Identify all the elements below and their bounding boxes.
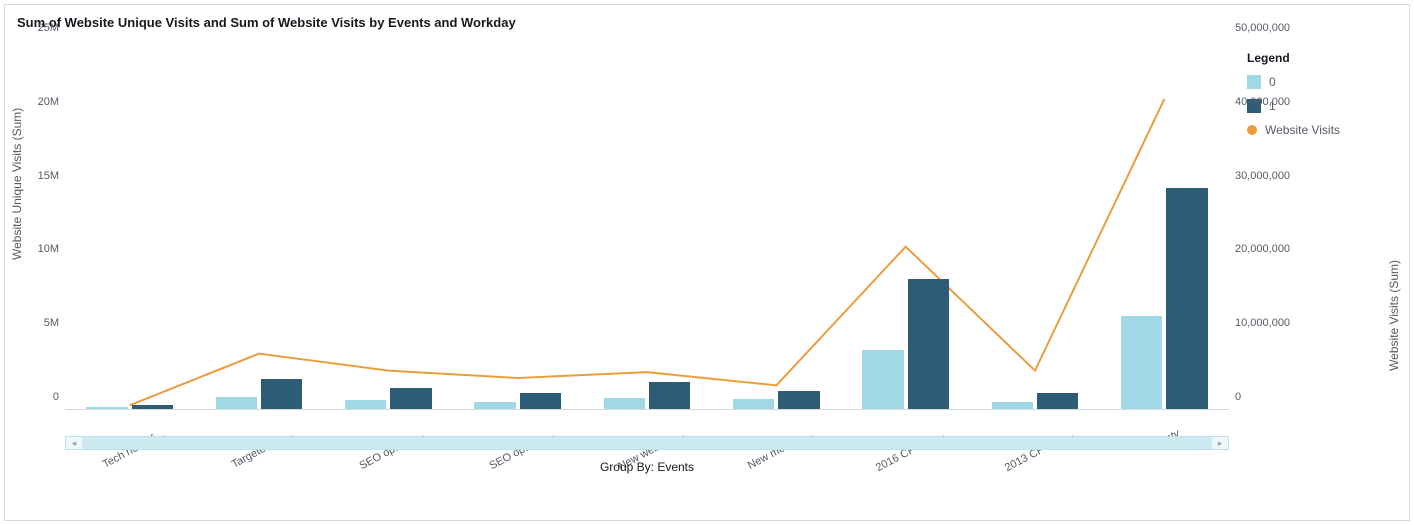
bar-series-0[interactable] xyxy=(992,402,1033,409)
y-right-tick: 10,000,000 xyxy=(1235,317,1290,329)
chart-title: Sum of Website Unique Visits and Sum of … xyxy=(5,5,1409,40)
y-axis-right-label: Website Visits (Sum) xyxy=(1387,260,1401,371)
y-right-tick: 50,000,000 xyxy=(1235,22,1290,34)
y-left-tick: 10M xyxy=(38,243,59,255)
bar-group[interactable]: New mobile … xyxy=(727,391,825,409)
bar-group[interactable]: Tech news f… xyxy=(81,405,179,409)
x-axis-label: Group By: Events xyxy=(600,460,694,474)
bar-series-1[interactable] xyxy=(132,405,173,409)
bar-series-0[interactable] xyxy=(86,407,127,409)
legend-label: 0 xyxy=(1269,75,1276,89)
bar-series-1[interactable] xyxy=(908,279,949,409)
circle-icon xyxy=(1247,125,1257,135)
bar-group[interactable]: SEO optimiz… xyxy=(339,388,437,409)
y-left-tick: 20M xyxy=(38,96,59,108)
bar-group[interactable]: SEO optimiz… xyxy=(469,393,567,409)
bar-group[interactable]: 2013 CPC ca… xyxy=(986,393,1084,409)
y-right-tick: 40,000,000 xyxy=(1235,96,1290,108)
plot-region[interactable]: 05M10M15M20M25M010,000,00020,000,00030,0… xyxy=(65,40,1229,410)
bar-series-0[interactable] xyxy=(216,397,257,409)
bar-series-1[interactable] xyxy=(649,382,690,409)
bar-series-1[interactable] xyxy=(261,379,302,409)
bar-series-0[interactable] xyxy=(345,400,386,409)
bar-series-1[interactable] xyxy=(1037,393,1078,409)
legend-item-0[interactable]: 0 xyxy=(1247,75,1397,89)
bar-series-0[interactable] xyxy=(604,398,645,409)
x-category-label: 2016 CPC ca… xyxy=(874,428,947,474)
bar-series-0[interactable] xyxy=(474,402,515,409)
y-right-tick: 30,000,000 xyxy=(1235,170,1290,182)
chart-area: Website Unique Visits (Sum) Website Visi… xyxy=(65,40,1229,480)
y-left-tick: 25M xyxy=(38,22,59,34)
x-scrollbar[interactable]: ◂ ▸ xyxy=(65,436,1229,450)
y-left-tick: 15M xyxy=(38,170,59,182)
line-path[interactable] xyxy=(130,99,1165,405)
bar-series-1[interactable] xyxy=(390,388,431,409)
bar-group[interactable]: 2016 CPC ca… xyxy=(857,279,955,409)
x-category-label: 2013 CPC ca… xyxy=(1003,428,1076,474)
legend-item-line[interactable]: Website Visits xyxy=(1247,123,1397,137)
y-left-tick: 5M xyxy=(44,317,59,329)
bar-series-1[interactable] xyxy=(778,391,819,409)
chevron-left-icon[interactable]: ◂ xyxy=(66,437,82,449)
y-left-tick: 0 xyxy=(53,391,59,403)
legend-label: Website Visits xyxy=(1265,123,1340,137)
bar-series-1[interactable] xyxy=(1166,188,1207,409)
chevron-right-icon[interactable]: ▸ xyxy=(1212,437,1228,449)
y-right-tick: 0 xyxy=(1235,391,1241,403)
square-icon xyxy=(1247,75,1261,89)
bar-group[interactable]: Targeted ou… xyxy=(210,379,308,409)
bar-series-0[interactable] xyxy=(733,399,774,409)
bar-group[interactable]: New website… xyxy=(598,382,696,409)
bar-series-0[interactable] xyxy=(862,350,903,409)
bar-series-0[interactable] xyxy=(1121,316,1162,409)
bar-series-1[interactable] xyxy=(520,393,561,409)
bar-group[interactable]: empty xyxy=(1115,188,1213,409)
legend-title: Legend xyxy=(1247,51,1397,65)
chart-card: Sum of Website Unique Visits and Sum of … xyxy=(4,4,1410,521)
line-series xyxy=(65,40,1229,409)
y-axis-left-label: Website Unique Visits (Sum) xyxy=(10,108,24,260)
y-right-tick: 20,000,000 xyxy=(1235,243,1290,255)
